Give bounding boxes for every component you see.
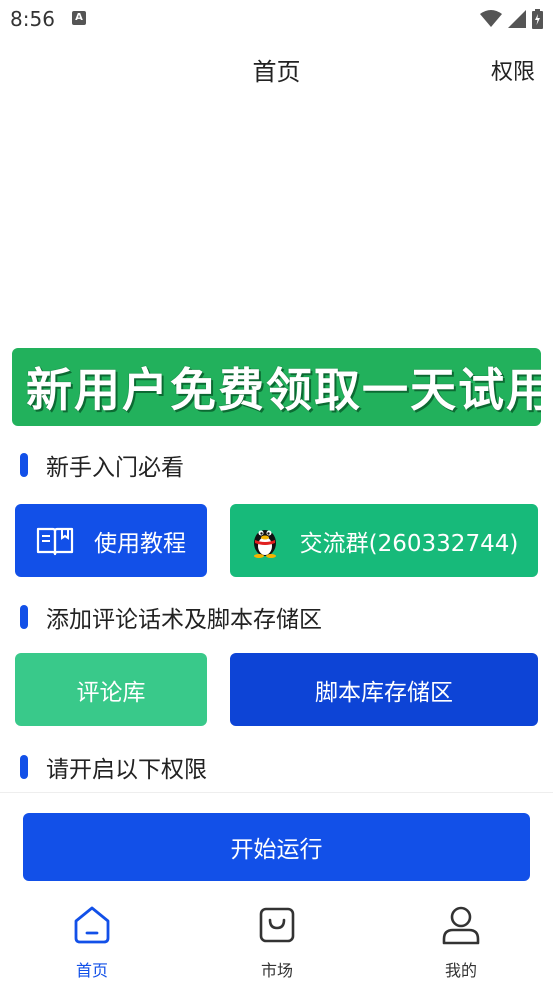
section-add-comments: 添加评论话术及脚本存储区 [20,602,322,633]
tab-market[interactable]: 市场 [217,895,337,983]
home-icon [72,903,112,947]
section-marker [20,755,28,779]
section-marker [20,453,28,477]
page-title: 首页 [252,58,301,86]
chat-group-button[interactable]: 交流群(260332744) [230,504,538,577]
comment-library-button-label: 评论库 [76,679,146,706]
tab-home[interactable]: 首页 [32,895,152,983]
comment-library-button[interactable]: 评论库 [15,653,207,726]
permissions-link[interactable]: 权限 [491,54,535,86]
qq-penguin-icon [250,524,280,558]
app-header: 首页 权限 [0,40,553,98]
tab-mine-label: 我的 [444,961,477,980]
tab-home-label: 首页 [75,961,108,980]
tab-market-label: 市场 [260,961,293,980]
notification-icon: A [72,11,86,25]
script-storage-button[interactable]: 脚本库存储区 [230,653,538,726]
section-marker [20,605,28,629]
tutorial-button-label: 使用教程 [94,530,186,557]
status-icons [480,8,543,30]
section-permissions-title: 请开启以下权限 [46,757,207,783]
wifi-icon [480,10,502,27]
start-run-button[interactable]: 开始运行 [23,813,530,881]
battery-icon [532,9,543,29]
book-icon [36,526,74,556]
section-beginner-title: 新手入门必看 [46,455,184,481]
signal-icon [508,10,526,28]
tab-mine[interactable]: 我的 [401,895,521,983]
section-add-comments-title: 添加评论话术及脚本存储区 [46,607,322,633]
section-permissions: 请开启以下权限 [20,752,207,783]
section-beginner: 新手入门必看 [20,450,184,481]
divider [0,792,553,793]
banner-text: 新用户免费领取一天试用 [26,363,541,417]
bottom-tab-bar: 首页 市场 我的 [0,895,553,983]
script-storage-button-label: 脚本库存储区 [315,679,453,706]
banner-content: 新用户免费领取一天试用 [16,352,541,422]
chat-group-button-label: 交流群(260332744) [299,530,519,557]
free-trial-banner[interactable]: 新用户免费领取一天试用 [12,348,541,426]
tutorial-button[interactable]: 使用教程 [15,504,207,577]
status-time: 8:56 [10,7,55,31]
user-icon [441,903,481,947]
start-run-button-label: 开始运行 [230,837,323,863]
status-bar: 8:56 A [0,0,553,40]
shopping-bag-icon [258,903,296,947]
